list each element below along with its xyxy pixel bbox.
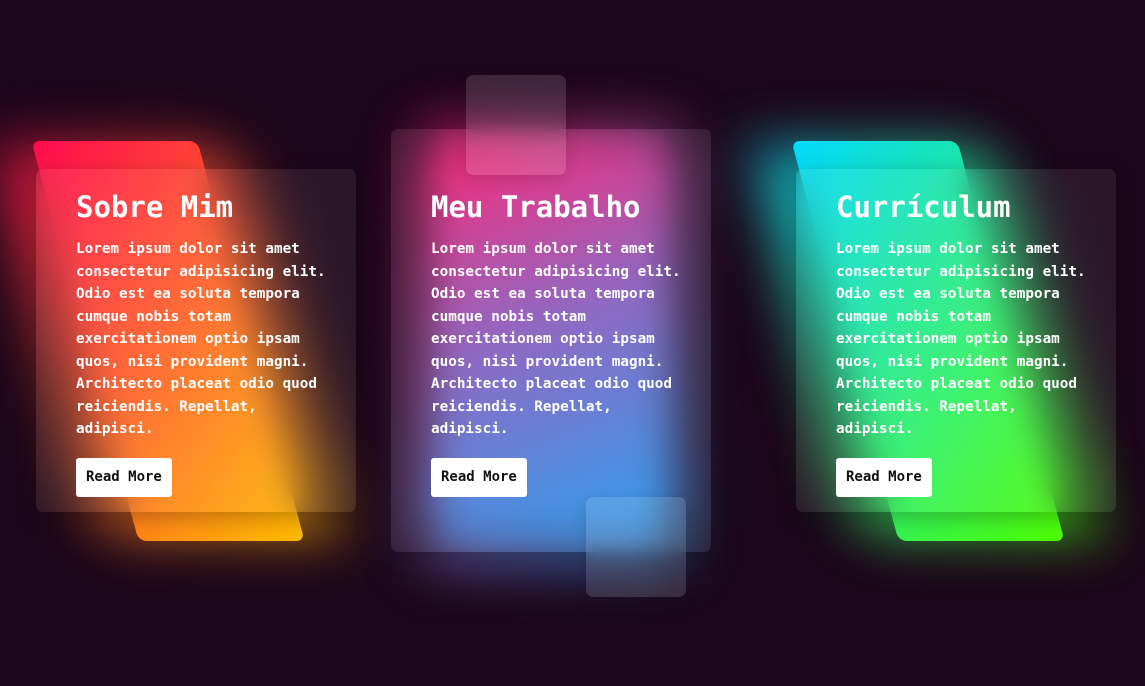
- cards-stage: Sobre Mim Lorem ipsum dolor sit amet con…: [0, 0, 1145, 686]
- card-text: Lorem ipsum dolor sit amet consectetur a…: [836, 241, 1086, 437]
- floating-square-bottom: [586, 497, 686, 597]
- read-more-button[interactable]: Read More: [76, 457, 172, 497]
- read-more-button[interactable]: Read More: [431, 457, 527, 497]
- card-content: Currículum Lorem ipsum dolor sit amet co…: [836, 189, 1086, 497]
- card-content: Meu Trabalho Lorem ipsum dolor sit amet …: [431, 189, 681, 497]
- card-sobre-mim: Sobre Mim Lorem ipsum dolor sit amet con…: [0, 0, 400, 686]
- card-text: Lorem ipsum dolor sit amet consectetur a…: [431, 241, 681, 437]
- card-title: Sobre Mim: [76, 190, 234, 224]
- card-text: Lorem ipsum dolor sit amet consectetur a…: [76, 241, 326, 437]
- card-content: Sobre Mim Lorem ipsum dolor sit amet con…: [76, 189, 326, 497]
- card-title: Currículum: [836, 190, 1011, 224]
- floating-square-top: [466, 75, 566, 175]
- read-more-button[interactable]: Read More: [836, 457, 932, 497]
- card-title: Meu Trabalho: [431, 190, 641, 224]
